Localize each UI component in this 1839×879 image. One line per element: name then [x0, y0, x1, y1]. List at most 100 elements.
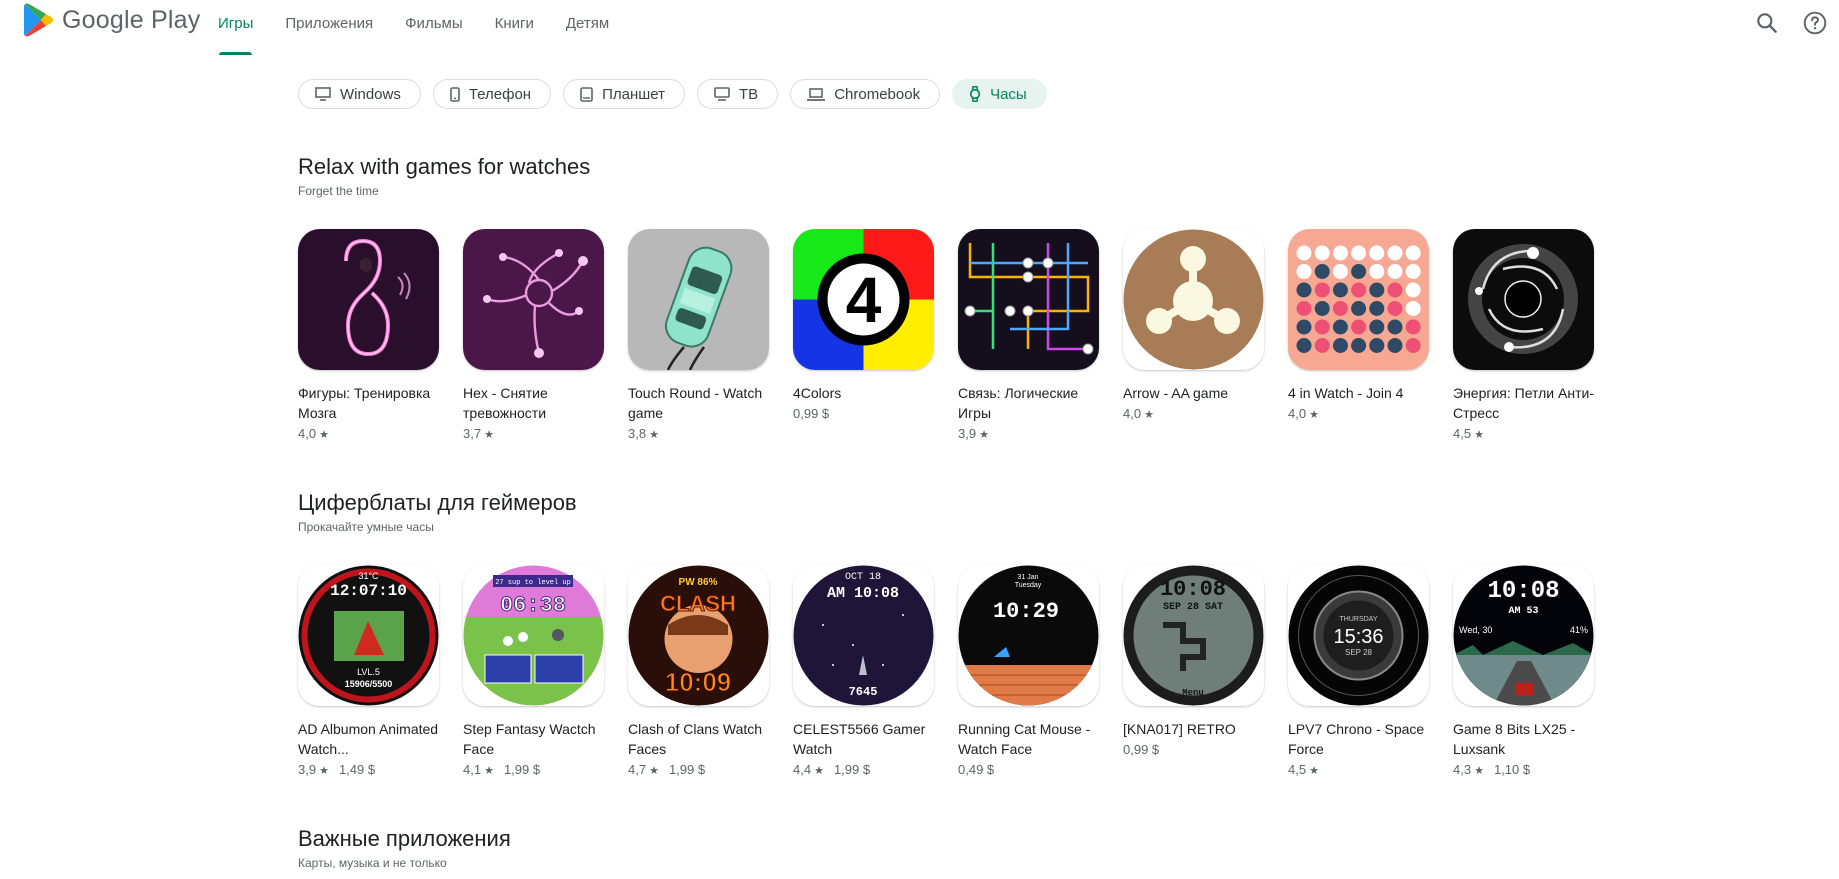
app-title: Arrow - AA game — [1123, 385, 1229, 401]
face-text: 15:36 — [1333, 626, 1383, 648]
chip-tablet[interactable]: Планшет — [563, 79, 686, 109]
section-title[interactable]: Циферблаты для геймеров — [298, 489, 1698, 517]
section-title[interactable]: Важные приложения — [298, 825, 1698, 853]
board-disc — [1296, 301, 1312, 316]
rating-value: 3,8 — [628, 426, 647, 441]
rating-value: 3,9 — [298, 762, 317, 777]
rating-value: 4,7 — [628, 762, 647, 777]
app-card[interactable]: 4 in Watch - Join 4 4,0 ★ — [1288, 229, 1453, 445]
chip-label: Часы — [990, 85, 1027, 103]
app-icon: 31 Jan Tuesday 10:29 — [958, 565, 1099, 706]
board-disc — [1369, 245, 1385, 261]
section-title[interactable]: Relax with games for watches — [298, 153, 1698, 181]
app-meta: 3,8 ★ — [628, 424, 793, 445]
board-disc — [1332, 245, 1348, 261]
app-title: AD Albumon Animated Watch... — [298, 721, 439, 757]
tab-books[interactable]: Книги — [495, 0, 534, 56]
star-icon: ★ — [319, 765, 329, 777]
chip-watch[interactable]: Часы — [952, 79, 1047, 109]
help-icon[interactable] — [1802, 10, 1828, 36]
star-icon: ★ — [1144, 409, 1154, 421]
app-card[interactable]: Hex - Снятие тревожности 3,7 ★ — [463, 229, 628, 445]
app-icon: THURSDAY 15:36 SEP 28 — [1288, 565, 1429, 706]
board-disc — [1314, 301, 1330, 316]
app-card[interactable]: Энергия: Петли Анти-Стресс 4,5 ★ — [1453, 229, 1618, 445]
chip-tv[interactable]: ТВ — [697, 79, 779, 109]
app-card[interactable]: 4 4Colors 0,99 $ — [793, 229, 958, 445]
rating-value: 4,0 — [1123, 406, 1142, 421]
tab-apps[interactable]: Приложения — [285, 0, 373, 56]
app-meta: 4,1 ★ 1,99 $ — [463, 760, 628, 781]
rating-value: 4,1 — [463, 762, 482, 777]
chip-label: Windows — [340, 85, 401, 103]
face-text: THURSDAY — [1340, 616, 1378, 623]
app-card[interactable]: PW 86% CLASH 10:09 Clash of Clans Watch … — [628, 565, 793, 781]
app-meta: 4,3 ★ 1,10 $ — [1453, 760, 1618, 781]
app-meta: 4,5 ★ — [1453, 424, 1618, 445]
tablet-icon — [580, 86, 593, 102]
app-title: Step Fantasy Wactch Face — [463, 721, 596, 757]
face-text: 10:29 — [993, 599, 1059, 624]
app-icon: 27 sup to level up 06:38 — [463, 565, 604, 706]
app-meta: 4,0 ★ — [1288, 404, 1453, 425]
board-disc — [1387, 301, 1403, 316]
search-icon[interactable] — [1754, 10, 1780, 36]
board-disc — [1314, 282, 1330, 298]
board-disc — [1351, 245, 1367, 261]
app-title: Clash of Clans Watch Faces — [628, 721, 763, 757]
app-meta: 3,7 ★ — [463, 424, 628, 445]
app-card[interactable]: Touch Round - Watch game 3,8 ★ — [628, 229, 793, 445]
face-text: 10:09 — [665, 667, 732, 697]
board-disc — [1314, 338, 1330, 353]
rating-value: 3,7 — [463, 426, 482, 441]
google-play-logo[interactable]: Google Play — [24, 3, 200, 37]
app-meta: 4,4 ★ 1,99 $ — [793, 760, 958, 781]
app-icon: 4 — [793, 229, 934, 370]
face-text: 31 Jan — [1017, 574, 1038, 581]
main-nav: Игры Приложения Фильмы Книги Детям — [218, 0, 641, 56]
chip-phone[interactable]: Телефон — [432, 79, 552, 109]
app-card[interactable]: 27 sup to level up 06:38 Step Fantasy Wa… — [463, 565, 628, 781]
board-disc — [1405, 301, 1421, 316]
app-card[interactable]: 31 Jan Tuesday 10:29 Running Cat Mouse -… — [958, 565, 1123, 781]
board-disc — [1351, 301, 1367, 316]
rating-value: 4,0 — [1288, 406, 1307, 421]
rating-value: 4,5 — [1453, 426, 1472, 441]
rating-value: 4,0 — [298, 426, 317, 441]
price: 0,49 $ — [958, 762, 995, 777]
board-disc — [1387, 338, 1403, 353]
board-disc — [1332, 319, 1348, 335]
tab-movies[interactable]: Фильмы — [405, 0, 462, 56]
svg-text:4: 4 — [846, 264, 882, 336]
board-disc — [1296, 264, 1312, 279]
app-card[interactable]: THURSDAY 15:36 SEP 28 LPV7 Chrono - Spac… — [1288, 565, 1453, 781]
tab-kids[interactable]: Детям — [566, 0, 609, 56]
board-disc — [1351, 282, 1367, 298]
board-disc — [1387, 282, 1403, 298]
face-text: PW 86% — [679, 577, 718, 588]
board-disc — [1332, 264, 1348, 279]
chip-label: Планшет — [602, 85, 666, 103]
chip-chromebook[interactable]: Chromebook — [790, 79, 941, 109]
app-card[interactable]: OCT 18 AM 10:08 7645 CELEST5566 Gamer Wa… — [793, 565, 958, 781]
app-card[interactable]: 10:08 AM 53 Wed, 30 41% Game 8 Bits LX25… — [1453, 565, 1618, 781]
board-disc — [1405, 282, 1421, 298]
face-text: OCT 18 — [845, 572, 881, 583]
face-text: 27 sup to level up — [495, 579, 571, 587]
app-card[interactable]: Фигуры: Тренировка Мозга 4,0 ★ — [298, 229, 463, 445]
app-icon — [298, 229, 439, 370]
tab-games[interactable]: Игры — [218, 0, 253, 56]
face-text: Tuesday — [1015, 582, 1042, 589]
face-text: AM 53 — [1508, 606, 1538, 617]
app-title: 4Colors — [793, 385, 842, 401]
star-icon: ★ — [1474, 765, 1484, 777]
board-disc — [1405, 245, 1421, 261]
app-card[interactable]: 10:08 SEP 28 SAT Menu [KNA017] RETRO 0,9… — [1123, 565, 1288, 781]
chip-windows[interactable]: Windows — [298, 79, 421, 109]
board-disc — [1369, 264, 1385, 279]
app-card[interactable]: 31°C 12:07:10 LVL.5 15906/5500 AD Albumo… — [298, 565, 463, 781]
price: 0,99 $ — [793, 406, 830, 421]
app-card[interactable]: Связь: Логические Игры 3,9 ★ — [958, 229, 1123, 445]
app-card[interactable]: Arrow - AA game 4,0 ★ — [1123, 229, 1288, 445]
section-gamer-watchfaces: Циферблаты для геймеров Прокачайте умные… — [298, 489, 1698, 777]
